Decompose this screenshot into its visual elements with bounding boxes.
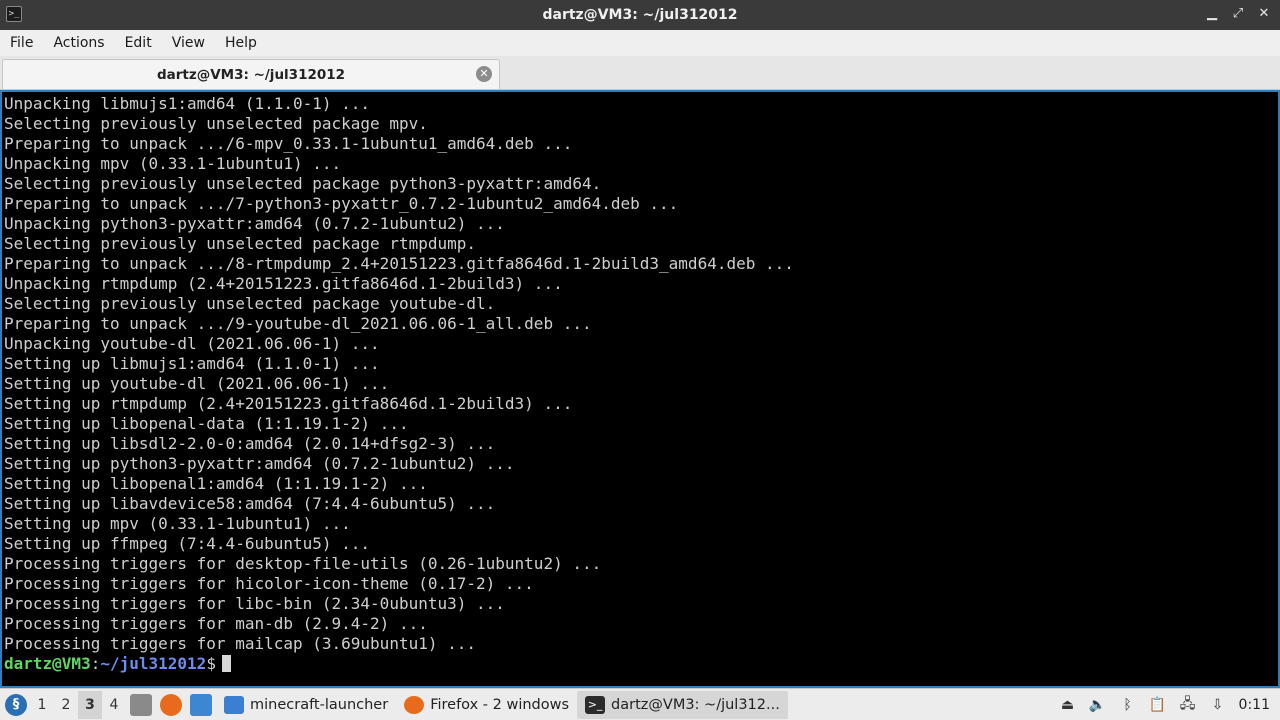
- terminal-line: Preparing to unpack .../8-rtmpdump_2.4+2…: [4, 254, 794, 273]
- task-label: minecraft-launcher: [250, 696, 389, 713]
- terminal-lines: Unpacking libmujs1:amd64 (1.1.0-1) ... Se…: [4, 94, 1278, 654]
- terminal-line: Unpacking mpv (0.33.1-1ubuntu1) ...: [4, 154, 342, 173]
- folder-icon: [224, 695, 244, 714]
- start-menu-button[interactable]: §: [2, 691, 30, 719]
- prompt-symbol: $: [206, 654, 216, 673]
- terminal-cursor: [221, 655, 231, 672]
- terminal-line: Unpacking youtube-dl (2021.06.06-1) ...: [4, 334, 380, 353]
- terminal-line: Preparing to unpack .../7-python3-pyxatt…: [4, 194, 679, 213]
- tab-label: dartz@VM3: ~/jul312012: [156, 66, 346, 83]
- terminal-line: Setting up libavdevice58:amd64 (7:4.4-6u…: [4, 494, 496, 513]
- menu-help[interactable]: Help: [215, 30, 267, 56]
- window-controls: ▁ ⤢ ✕: [1204, 5, 1272, 23]
- terminal-line: Setting up libopenal-data (1:1.19.1-2) .…: [4, 414, 409, 433]
- terminal-line: Setting up mpv (0.33.1-1ubuntu1) ...: [4, 514, 351, 533]
- workspace-1[interactable]: 1: [30, 691, 54, 719]
- prompt-user-host: dartz@VM3: [4, 654, 91, 673]
- terminal-line: Processing triggers for desktop-file-uti…: [4, 554, 602, 573]
- tab-close-icon[interactable]: ✕: [476, 66, 492, 82]
- terminal-line: Processing triggers for man-db (2.9.4-2)…: [4, 614, 428, 633]
- terminal-line: Selecting previously unselected package …: [4, 114, 428, 133]
- menu-file[interactable]: File: [0, 30, 43, 56]
- terminal-line: Processing triggers for libc-bin (2.34-0…: [4, 594, 505, 613]
- terminal-line: Setting up youtube-dl (2021.06.06-1) ...: [4, 374, 390, 393]
- menu-edit[interactable]: Edit: [115, 30, 162, 56]
- terminal-output[interactable]: Unpacking libmujs1:amd64 (1.1.0-1) ... Se…: [0, 90, 1280, 688]
- system-tray: ⏏ 🔈 ᛒ 📋 🖧 ⇩ 0:11: [1053, 689, 1280, 720]
- maximize-icon[interactable]: ⤢: [1230, 5, 1246, 23]
- taskbar: § 1 2 3 4 minecraft-launcher Firefox - 2…: [0, 688, 1280, 720]
- file-manager-launcher-icon[interactable]: [130, 693, 152, 716]
- firefox-icon: [404, 695, 425, 714]
- menu-actions[interactable]: Actions: [43, 30, 114, 56]
- terminal-line: Processing triggers for hicolor-icon-the…: [4, 574, 534, 593]
- terminal-line: Unpacking python3-pyxattr:amd64 (0.7.2-1…: [4, 214, 505, 233]
- volume-icon[interactable]: 🔈: [1088, 695, 1108, 715]
- terminal-line: Setting up ffmpeg (7:4.4-6ubuntu5) ...: [4, 534, 371, 553]
- task-firefox[interactable]: Firefox - 2 windows: [396, 691, 577, 719]
- terminal-line: Setting up libmujs1:amd64 (1.1.0-1) ...: [4, 354, 380, 373]
- terminal-line: Setting up libsdl2-2.0-0:amd64 (2.0.14+d…: [4, 434, 496, 453]
- terminal-line: Preparing to unpack .../6-mpv_0.33.1-1ub…: [4, 134, 573, 153]
- show-desktop-icon[interactable]: [190, 693, 212, 716]
- prompt-separator: :: [90, 654, 101, 673]
- terminal-line: Selecting previously unselected package …: [4, 234, 477, 253]
- eject-icon[interactable]: ⏏: [1058, 695, 1078, 715]
- prompt-line[interactable]: dartz@VM3:~/jul312012$: [4, 654, 1278, 674]
- bluetooth-icon[interactable]: ᛒ: [1118, 695, 1138, 715]
- task-label: dartz@VM3: ~/jul312...: [611, 696, 780, 713]
- terminal-line: Processing triggers for mailcap (3.69ubu…: [4, 634, 477, 653]
- terminal-line: Unpacking rtmpdump (2.4+20151223.gitfa86…: [4, 274, 563, 293]
- terminal-line: Selecting previously unselected package …: [4, 174, 602, 193]
- minimize-icon[interactable]: ▁: [1204, 5, 1220, 23]
- task-terminal[interactable]: >_ dartz@VM3: ~/jul312...: [577, 690, 788, 719]
- tab-terminal[interactable]: dartz@VM3: ~/jul312012 ✕: [2, 59, 500, 89]
- terminal-line: Selecting previously unselected package …: [4, 294, 496, 313]
- terminal-line: Setting up libopenal1:amd64 (1:1.19.1-2)…: [4, 474, 428, 493]
- clock[interactable]: 0:11: [1233, 697, 1280, 713]
- terminal-icon: >_: [585, 695, 606, 714]
- window-title: dartz@VM3: ~/jul312012: [542, 7, 738, 23]
- window-titlebar[interactable]: >_ dartz@VM3: ~/jul312012 ▁ ⤢ ✕: [0, 0, 1280, 30]
- workspace-3[interactable]: 3: [78, 690, 102, 719]
- tab-bar: dartz@VM3: ~/jul312012 ✕: [0, 56, 1280, 90]
- workspace-4[interactable]: 4: [102, 691, 126, 719]
- start-menu-icon: §: [5, 693, 27, 716]
- menu-view[interactable]: View: [162, 30, 215, 56]
- prompt-path: ~/jul312012: [100, 654, 207, 673]
- close-icon[interactable]: ✕: [1256, 5, 1272, 23]
- task-label: Firefox - 2 windows: [430, 696, 570, 713]
- terminal-line: Setting up rtmpdump (2.4+20151223.gitfa8…: [4, 394, 573, 413]
- firefox-launcher-icon[interactable]: [160, 693, 182, 716]
- workspace-2[interactable]: 2: [54, 691, 78, 719]
- network-icon[interactable]: 🖧: [1178, 695, 1198, 715]
- task-minecraft-launcher[interactable]: minecraft-launcher: [216, 691, 396, 719]
- update-notifier-icon[interactable]: ⇩: [1208, 695, 1228, 715]
- terminal-line: Setting up python3-pyxattr:amd64 (0.7.2-…: [4, 454, 515, 473]
- menu-bar: File Actions Edit View Help: [0, 30, 1280, 56]
- terminal-app-icon[interactable]: >_: [6, 6, 22, 22]
- clipboard-icon[interactable]: 📋: [1148, 695, 1168, 715]
- terminal-line: Preparing to unpack .../9-youtube-dl_202…: [4, 314, 592, 333]
- terminal-line: Unpacking libmujs1:amd64 (1.1.0-1) ...: [4, 94, 371, 113]
